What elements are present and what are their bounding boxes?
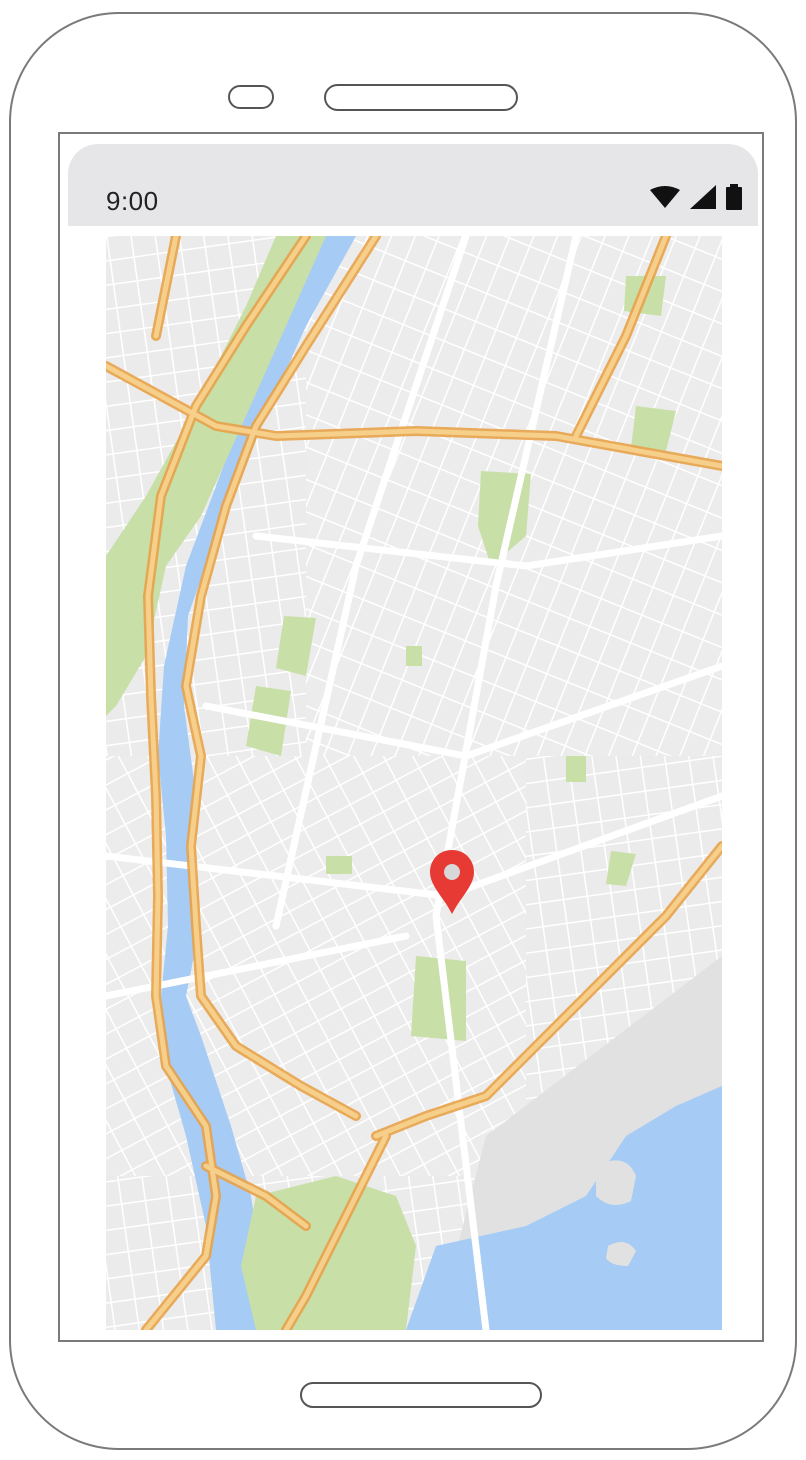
- cell-signal-icon: [690, 185, 716, 209]
- status-bar: 9:00: [68, 144, 758, 226]
- park-small2: [566, 756, 586, 782]
- wifi-icon: [650, 186, 680, 208]
- status-time: 9:00: [106, 186, 159, 216]
- front-camera: [228, 85, 274, 109]
- phone-screen: 9:00: [58, 132, 764, 1342]
- earpiece-speaker: [324, 84, 518, 111]
- battery-icon: [726, 184, 742, 210]
- park-small1: [326, 856, 352, 874]
- park-small3: [406, 646, 422, 666]
- status-icons: [650, 182, 742, 212]
- home-button[interactable]: [300, 1382, 542, 1408]
- park-central: [411, 956, 466, 1041]
- island: [596, 1160, 636, 1205]
- map-view[interactable]: [106, 236, 722, 1330]
